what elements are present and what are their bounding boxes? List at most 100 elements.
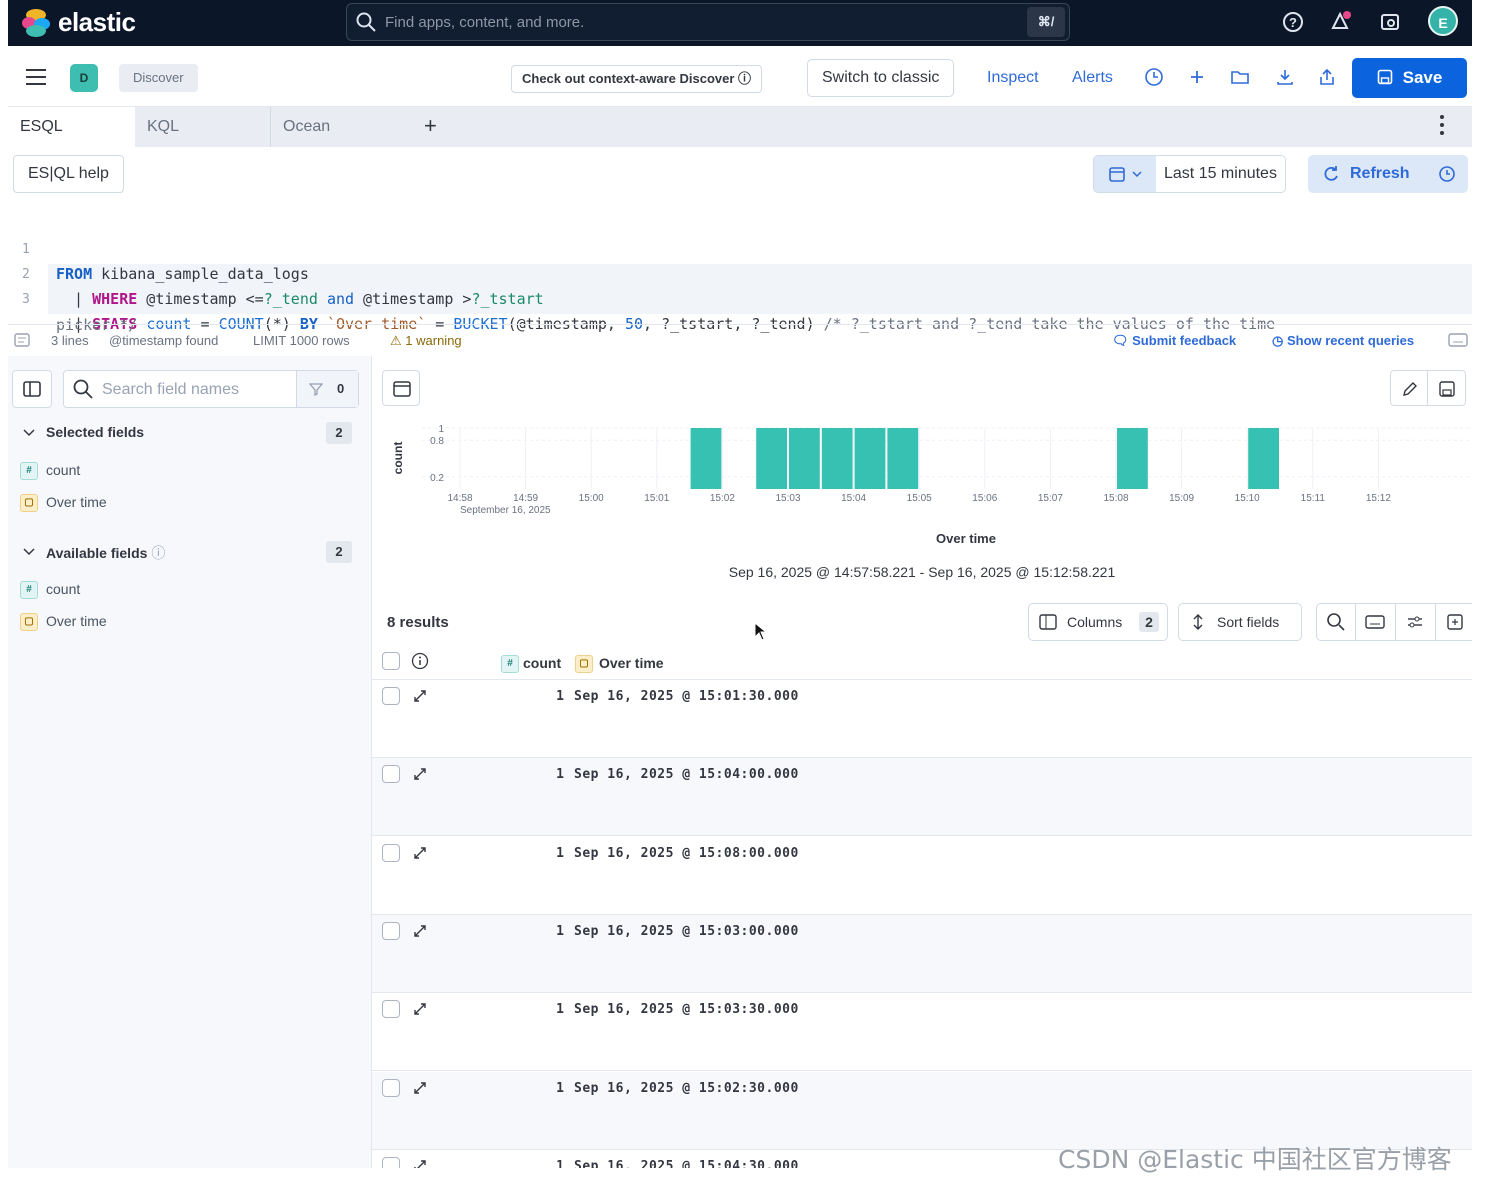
row-checkbox[interactable] — [382, 1000, 400, 1019]
field-type-filter-button[interactable]: 0 — [296, 371, 358, 407]
time-picker[interactable]: Last 15 minutes — [1093, 155, 1286, 193]
columns-button[interactable]: Columns 2 — [1028, 603, 1168, 641]
tab-ocean[interactable]: Ocean — [271, 107, 407, 147]
expand-row-icon[interactable] — [412, 766, 428, 782]
expand-row-icon[interactable] — [412, 845, 428, 861]
chart-options-button[interactable] — [382, 370, 420, 406]
alerts-link[interactable]: Alerts — [1072, 69, 1113, 87]
histogram-bar[interactable] — [854, 428, 886, 489]
help-icon[interactable]: ? — [1281, 10, 1305, 34]
add-tab-icon[interactable]: + — [424, 115, 437, 137]
histogram-bar[interactable] — [1117, 428, 1148, 489]
cell-over-time: Sep 16, 2025 @ 15:02:30.000 — [574, 1080, 799, 1096]
available-fields-count: 2 — [326, 541, 352, 563]
menu-icon[interactable] — [26, 69, 46, 85]
tab-kql[interactable]: KQL — [135, 107, 271, 147]
news-feed-icon[interactable] — [1328, 10, 1352, 34]
save-visualization-button[interactable] — [1428, 370, 1466, 406]
display-settings-button[interactable] — [1396, 603, 1436, 641]
field-item-over-time[interactable]: ▢ Over time — [20, 611, 107, 633]
submit-feedback-link[interactable]: 🗨 Submit feedback — [1112, 333, 1236, 349]
sort-fields-button[interactable]: Sort fields — [1178, 603, 1302, 641]
context-aware-discover-button[interactable]: Check out context-aware Discover ⓘ — [511, 65, 763, 93]
field-item-over-time[interactable]: ▢ Over time — [20, 492, 107, 514]
histogram-bar[interactable] — [887, 428, 919, 489]
histogram-bar[interactable] — [789, 428, 820, 489]
histogram-bar[interactable] — [821, 428, 853, 489]
plus-icon[interactable] — [1187, 67, 1207, 87]
recent-queries-link[interactable]: ◷ Show recent queries — [1272, 333, 1414, 349]
chevron-down-icon[interactable] — [22, 426, 36, 440]
table-row[interactable]: 1 Sep 16, 2025 @ 15:03:00.000 — [372, 914, 1472, 993]
code-line-1: FROM kibana_sample_data_logs — [56, 265, 309, 283]
row-checkbox[interactable] — [382, 1156, 400, 1168]
save-button[interactable]: Save — [1352, 58, 1467, 98]
available-fields-title[interactable]: Available fields ⓘ — [46, 543, 165, 563]
chevron-down-icon[interactable] — [22, 545, 36, 559]
warning-link[interactable]: ⚠ 1 warning — [390, 333, 462, 349]
time-range-label[interactable]: Last 15 minutes — [1156, 156, 1285, 192]
histogram-bar[interactable] — [756, 428, 787, 489]
global-search-input[interactable]: Find apps, content, and more. ⌘/ — [346, 3, 1070, 41]
x-tick-label: 15:05 — [907, 493, 932, 504]
esql-editor[interactable]: 1 FROM kibana_sample_data_logs 2 | WHERE… — [8, 208, 1472, 334]
clock-icon[interactable] — [1144, 67, 1164, 87]
folder-open-icon[interactable] — [1230, 67, 1250, 87]
field-item-count[interactable]: # count — [20, 579, 80, 601]
inspect-link[interactable]: Inspect — [987, 69, 1039, 87]
elastic-logo[interactable]: elastic — [22, 7, 136, 38]
row-checkbox[interactable] — [382, 921, 400, 940]
column-header-over-time[interactable]: ▢ Over time — [575, 655, 664, 674]
field-name: Over time — [46, 494, 107, 510]
field-search-input[interactable]: Search field names 0 — [63, 370, 359, 408]
expand-row-icon[interactable] — [412, 1001, 428, 1017]
expand-row-icon[interactable] — [412, 923, 428, 939]
selected-fields-title[interactable]: Selected fields — [46, 424, 144, 440]
save-icon — [1377, 69, 1392, 85]
row-checkbox[interactable] — [382, 687, 400, 705]
switch-to-classic-button[interactable]: Switch to classic — [807, 59, 955, 97]
expand-row-icon[interactable] — [412, 1080, 428, 1096]
sort-icon — [1193, 614, 1203, 630]
info-icon[interactable] — [411, 652, 429, 670]
keyboard-button[interactable] — [1356, 603, 1396, 641]
histogram-bar[interactable] — [1248, 428, 1279, 489]
auto-refresh-icon[interactable] — [1438, 165, 1456, 183]
limit-status: LIMIT 1000 rows — [253, 333, 350, 348]
esql-help-button[interactable]: ES|QL help — [13, 155, 124, 193]
row-checkbox[interactable] — [382, 765, 400, 784]
keyboard-shortcuts-icon[interactable] — [1448, 333, 1468, 347]
table-row[interactable]: 1 Sep 16, 2025 @ 15:03:30.000 — [372, 993, 1472, 1072]
download-icon[interactable] — [1275, 67, 1295, 87]
field-item-count[interactable]: # count — [20, 460, 80, 482]
grid-search-button[interactable] — [1316, 603, 1356, 641]
x-tick-label: 14:59 — [513, 493, 538, 504]
collapse-sidebar-button[interactable] — [12, 370, 52, 408]
histogram-bar[interactable] — [690, 428, 722, 489]
expand-row-icon[interactable] — [412, 1158, 428, 1168]
date-quick-menu-button[interactable] — [1094, 156, 1156, 192]
fullscreen-button[interactable] — [1436, 603, 1472, 641]
space-avatar[interactable]: D — [70, 64, 98, 92]
histogram-chart[interactable]: 10.8 0.2 count 14:58 14:59 15:00 15:01 15:02 15:… — [372, 416, 1472, 556]
select-all-checkbox[interactable] — [382, 652, 400, 670]
edit-visualization-button[interactable] — [1390, 370, 1428, 406]
user-avatar[interactable]: E — [1428, 6, 1458, 36]
tab-esql[interactable]: ESQL — [8, 107, 135, 147]
field-name: Over time — [46, 613, 107, 629]
table-row[interactable]: 1 Sep 16, 2025 @ 15:02:30.000 — [372, 1071, 1472, 1150]
row-checkbox[interactable] — [382, 1078, 400, 1097]
table-row[interactable]: 1 Sep 16, 2025 @ 15:08:00.000 — [372, 837, 1472, 915]
table-row[interactable]: 1 Sep 16, 2025 @ 15:04:00.000 — [372, 758, 1472, 837]
share-icon[interactable] — [1317, 67, 1337, 87]
expand-row-icon[interactable] — [412, 688, 428, 704]
cloud-console-icon[interactable] — [1378, 10, 1402, 34]
table-row[interactable]: 1 Sep 16, 2025 @ 15:01:30.000 — [372, 680, 1472, 758]
editor-info-icon — [14, 333, 30, 347]
breadcrumb[interactable]: Discover — [119, 64, 198, 92]
refresh-button[interactable]: Refresh — [1308, 155, 1468, 193]
more-options-icon[interactable] — [1440, 115, 1444, 139]
row-checkbox[interactable] — [382, 843, 400, 862]
cell-count: 1 — [556, 1002, 564, 1018]
column-header-count[interactable]: # count — [501, 655, 561, 674]
